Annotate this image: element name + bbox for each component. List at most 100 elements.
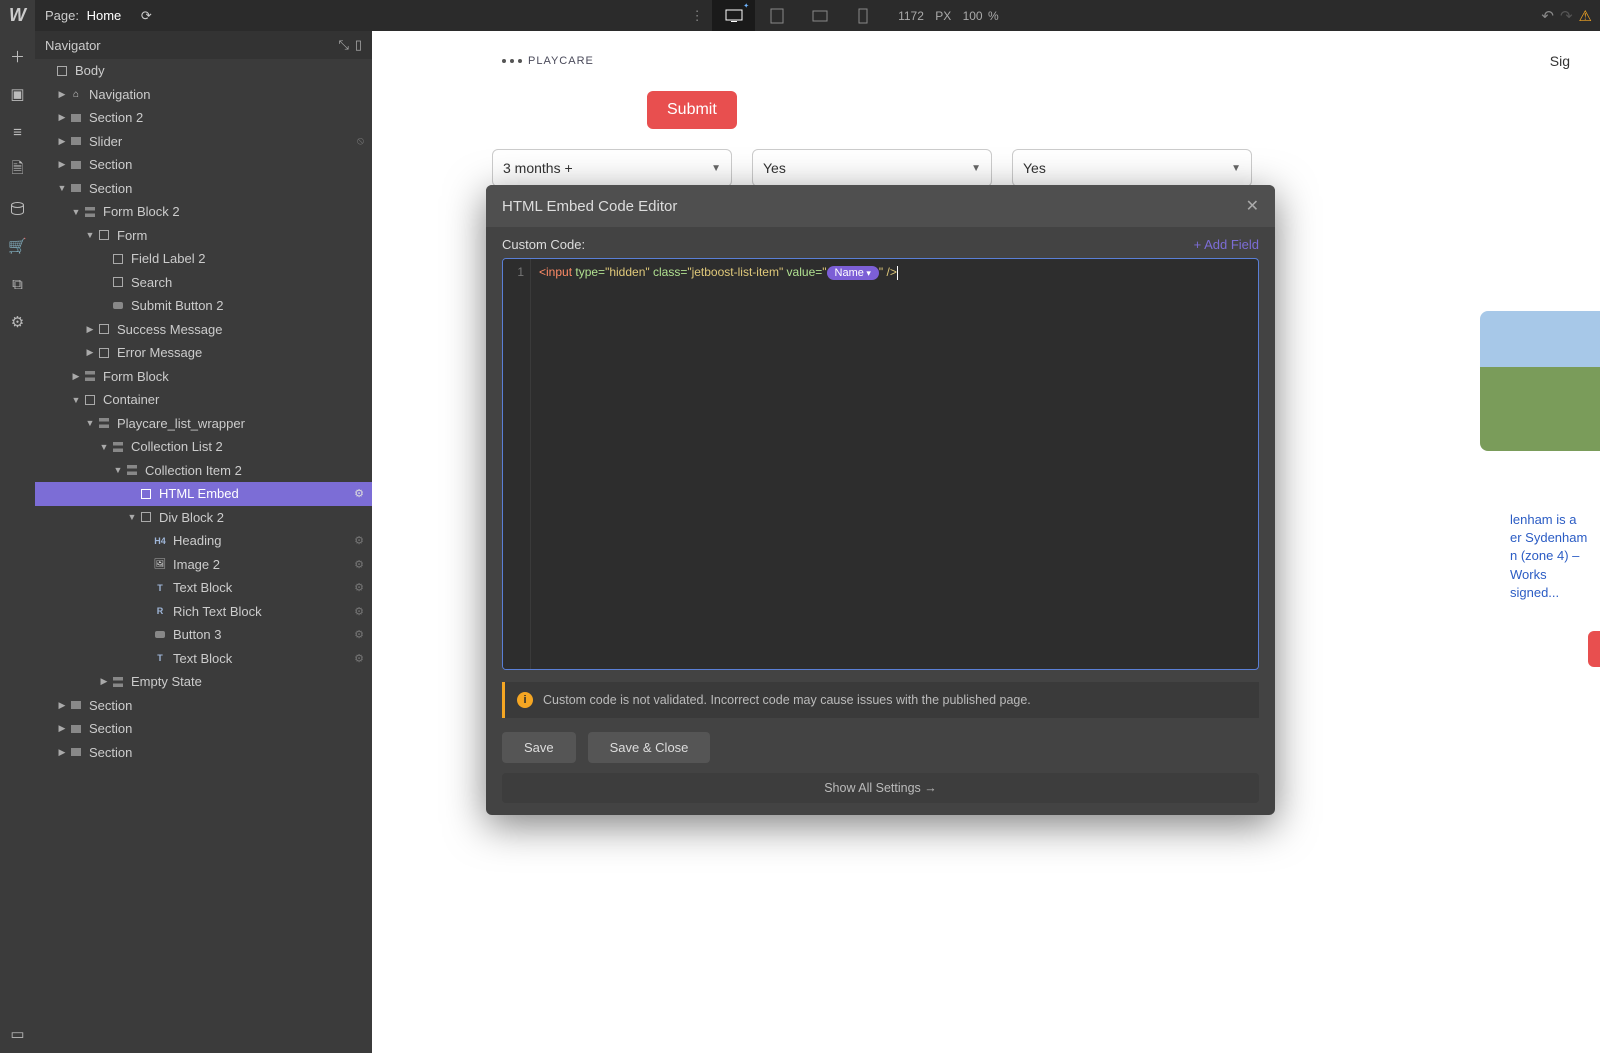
collapse-all-icon[interactable]: ⤡ [338,37,348,53]
tree-row[interactable]: RRich Text Block⚙ [35,600,372,624]
more-menu-icon[interactable]: ⋮ [682,8,712,24]
tree-row[interactable]: 🖼Image 2⚙ [35,553,372,577]
toggle-icon[interactable]: ▶ [57,159,67,170]
tree-row[interactable]: ▼Form [35,224,372,248]
tree-row[interactable]: ▼Section [35,177,372,201]
settings-small-icon[interactable]: ⚙ [354,605,364,618]
toggle-icon[interactable]: ▼ [113,465,123,475]
filter-select-3[interactable]: Yes▼ [1012,149,1252,187]
add-element-icon[interactable]: ＋ [0,37,35,75]
toggle-icon[interactable]: ▶ [57,112,67,123]
tree-row[interactable]: ▼Collection List 2 [35,435,372,459]
tree-row[interactable]: ▼Div Block 2 [35,506,372,530]
settings-small-icon[interactable]: ⚙ [354,652,364,665]
device-tablet-landscape-icon[interactable] [798,0,841,31]
tree-row[interactable]: H4Heading⚙ [35,529,372,553]
tree-row[interactable]: TText Block⚙ [35,647,372,671]
toggle-icon[interactable]: ▼ [71,207,81,217]
show-all-settings-button[interactable]: Show All Settings → [502,773,1259,803]
toggle-icon[interactable]: ▶ [99,676,109,687]
settings-small-icon[interactable]: ⚙ [354,558,364,571]
device-tablet-icon[interactable] [755,0,798,31]
device-phone-icon[interactable] [841,0,884,31]
tree-row[interactable]: Field Label 2 [35,247,372,271]
filter-select-1[interactable]: 3 months +▼ [492,149,732,187]
tree-row[interactable]: ▶⌂Navigation [35,83,372,107]
refresh-icon[interactable]: ⟳ [131,8,161,24]
panel-dock-icon[interactable]: ▯ [355,37,362,53]
save-button[interactable]: Save [502,732,576,763]
add-field-button[interactable]: + Add Field [1194,237,1259,252]
tree-row[interactable]: ▼Container [35,388,372,412]
tree-row[interactable]: ▶Section [35,153,372,177]
cms-icon[interactable] [0,189,35,227]
toggle-icon[interactable]: ▶ [57,89,67,100]
toggle-icon[interactable]: ▶ [71,371,81,382]
pages-icon[interactable]: 🗎 [0,151,35,189]
site-logo [502,59,522,63]
submit-button[interactable]: Submit [647,91,737,129]
tree-row[interactable]: ▶Error Message [35,341,372,365]
settings-small-icon[interactable]: ⚙ [354,487,364,500]
tree-row[interactable]: ▶Section 2 [35,106,372,130]
tree-row[interactable]: Submit Button 2 [35,294,372,318]
signin-link[interactable]: Sig [1550,53,1570,69]
video-icon[interactable]: ▭ [0,1015,35,1053]
tree-label: Playcare_list_wrapper [117,416,245,431]
settings-small-icon[interactable]: ⚙ [354,581,364,594]
tree-row[interactable]: TText Block⚙ [35,576,372,600]
visibility-icon[interactable]: ⦸ [357,135,364,148]
close-icon[interactable]: ✕ [1246,196,1259,216]
tree-row[interactable]: ▼Collection Item 2 [35,459,372,483]
tree-row[interactable]: HTML Embed⚙ [35,482,372,506]
toggle-icon[interactable]: ▶ [57,747,67,758]
page-indicator[interactable]: Page: Home [35,8,131,23]
assets-icon[interactable]: ⧉ [0,265,35,303]
toggle-icon[interactable]: ▼ [71,395,81,405]
tree-row[interactable]: Search [35,271,372,295]
filter-select-2[interactable]: Yes▼ [752,149,992,187]
ecommerce-icon[interactable]: 🛒 [0,227,35,265]
components-icon[interactable]: ▣ [0,75,35,113]
info-icon: i [517,692,533,708]
tree-row[interactable]: ▶Empty State [35,670,372,694]
field-pill[interactable]: Name [827,266,879,280]
device-desktop-icon[interactable] [712,0,755,31]
tree-row[interactable]: ▶Section [35,717,372,741]
settings-small-icon[interactable]: ⚙ [354,628,364,641]
home-icon: ⌂ [69,87,83,101]
save-close-button[interactable]: Save & Close [588,732,711,763]
settings-small-icon[interactable]: ⚙ [354,534,364,547]
card-image [1480,311,1600,451]
card-button[interactable]: Button Text [1588,631,1600,667]
tree-row[interactable]: Body [35,59,372,83]
settings-icon[interactable]: ⚙ [0,303,35,341]
toggle-icon[interactable]: ▼ [85,418,95,428]
toggle-icon[interactable]: ▼ [85,230,95,240]
tree-row[interactable]: ▼ Playcare_list_wrapper [35,412,372,436]
navigator-tree[interactable]: Body▶⌂Navigation▶Section 2▶Slider⦸▶Secti… [35,59,372,1053]
toggle-icon[interactable]: ▶ [57,723,67,734]
undo-icon[interactable]: ↶ [1541,7,1554,25]
toggle-icon[interactable]: ▶ [57,136,67,147]
code-editor[interactable]: 1 <input type="hidden" class="jetboost-l… [502,258,1259,670]
toggle-icon[interactable]: ▶ [85,347,95,358]
toggle-icon[interactable]: ▶ [57,700,67,711]
tree-row[interactable]: ▶Section [35,741,372,765]
toggle-icon[interactable]: ▼ [57,183,67,193]
tree-row[interactable]: ▼Form Block 2 [35,200,372,224]
tree-row[interactable]: ▶Slider⦸ [35,130,372,154]
redo-icon[interactable]: ↷ [1560,7,1573,25]
toggle-icon[interactable]: ▼ [99,442,109,452]
webflow-logo[interactable]: W [0,0,35,31]
tree-row[interactable]: ▶Form Block [35,365,372,389]
code-content[interactable]: <input type="hidden" class="jetboost-lis… [531,259,1258,669]
toggle-icon[interactable]: ▼ [127,512,137,522]
warning-icon[interactable]: ⚠ [1579,7,1592,25]
toggle-icon[interactable]: ▶ [85,324,95,335]
tree-row[interactable]: Button 3⚙ [35,623,372,647]
navigator-icon[interactable]: ≡ [0,113,35,151]
tree-row[interactable]: ▶Success Message [35,318,372,342]
tree-row[interactable]: ▶Section [35,694,372,718]
brand-name: PLAYCARE [528,55,594,67]
